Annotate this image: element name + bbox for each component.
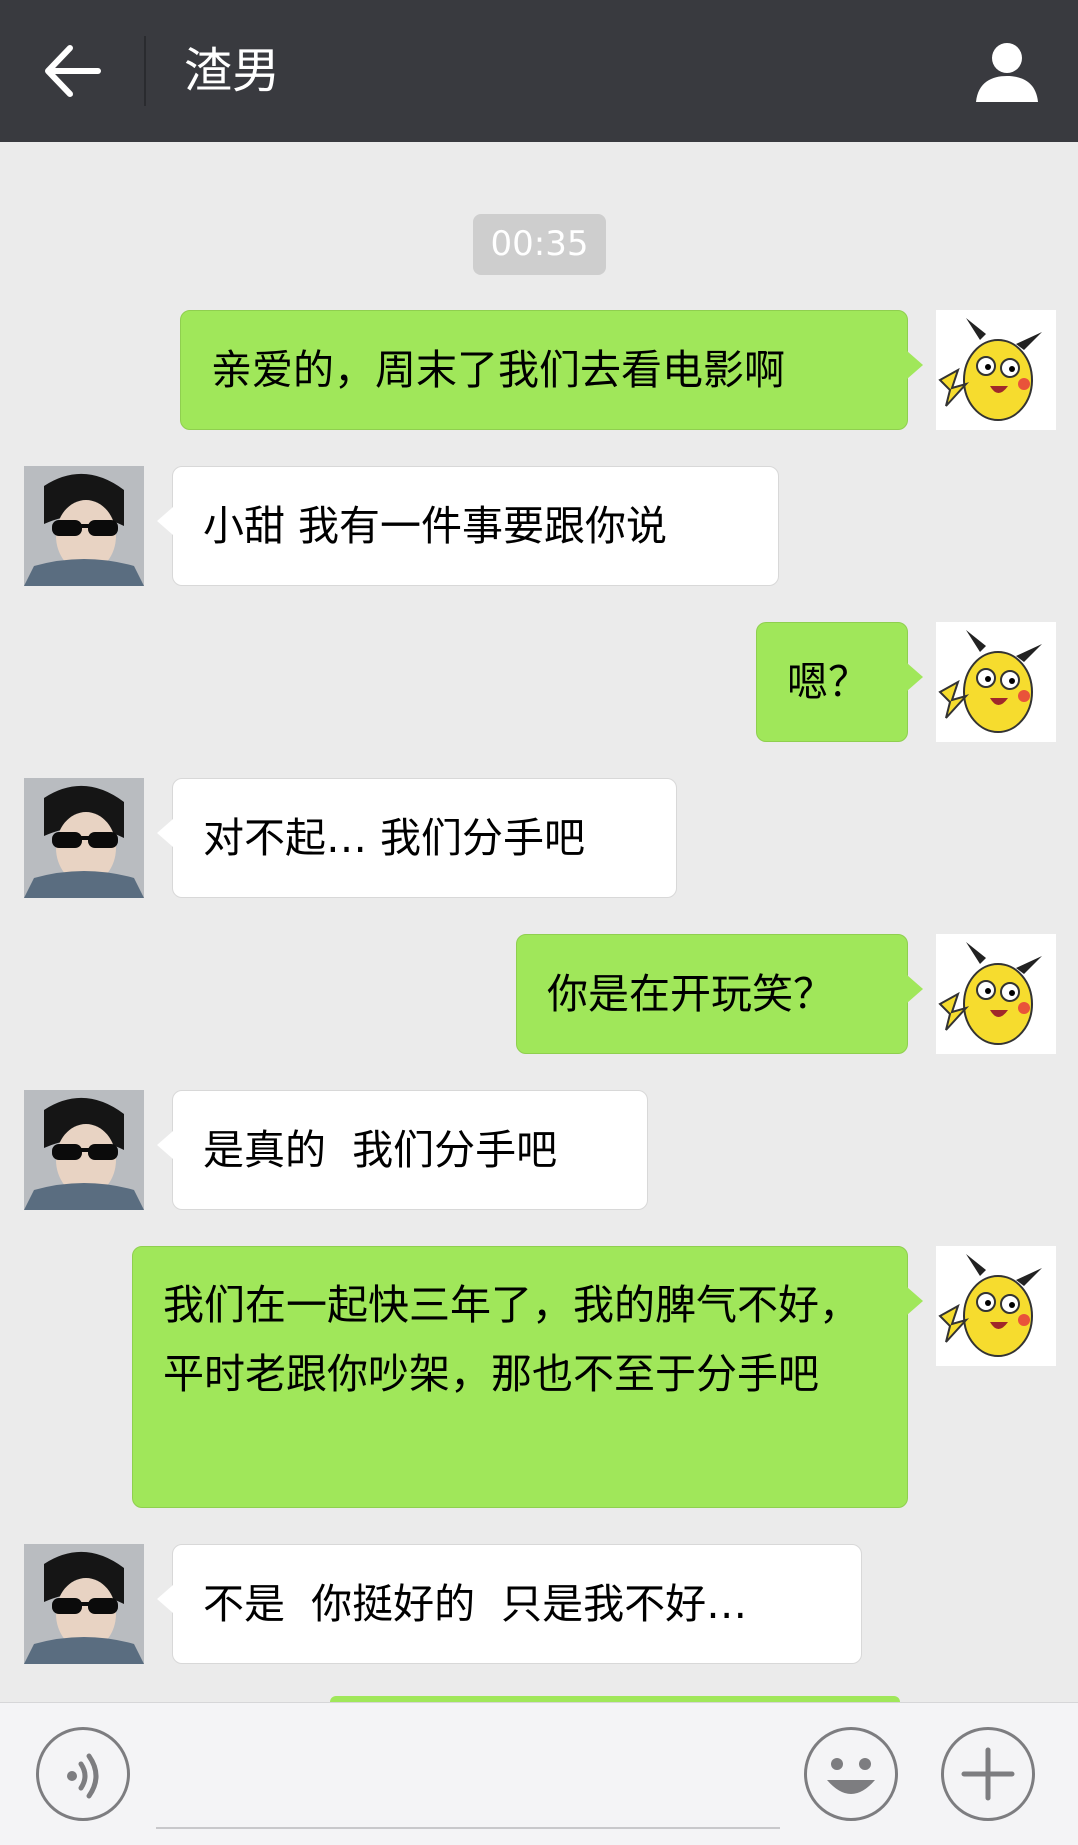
contact-photo-icon bbox=[24, 466, 144, 586]
voice-button[interactable] bbox=[36, 1727, 130, 1821]
header-divider bbox=[144, 36, 146, 106]
contact-photo-icon bbox=[24, 778, 144, 898]
plus-icon bbox=[961, 1747, 1015, 1801]
contact-avatar[interactable] bbox=[24, 1544, 144, 1664]
contact-avatar[interactable] bbox=[24, 466, 144, 586]
contact-avatar[interactable] bbox=[24, 778, 144, 898]
voice-icon bbox=[67, 1753, 99, 1799]
pikachu-avatar-icon bbox=[936, 934, 1056, 1054]
sent-bubble[interactable]: 嗯？ bbox=[756, 622, 923, 742]
chat-area[interactable]: 00:35 亲爱的，周末了我们去看电影啊 小甜 我有一件事要跟你说 嗯？ 对不起… bbox=[0, 142, 1078, 1702]
message-input[interactable] bbox=[156, 1723, 780, 1829]
pikachu-avatar-icon bbox=[936, 622, 1056, 742]
my-avatar[interactable] bbox=[936, 310, 1056, 430]
sent-bubble[interactable]: 你是在开玩笑？ bbox=[516, 934, 923, 1054]
pikachu-avatar-icon bbox=[936, 310, 1056, 430]
person-icon bbox=[976, 43, 1038, 102]
my-avatar[interactable] bbox=[936, 1246, 1056, 1366]
received-bubble[interactable]: 不是 你挺好的 只是我不好… bbox=[157, 1544, 862, 1664]
my-avatar[interactable] bbox=[936, 622, 1056, 742]
profile-button[interactable] bbox=[972, 36, 1042, 106]
more-button[interactable] bbox=[941, 1727, 1035, 1821]
chat-title: 渣男 bbox=[184, 43, 281, 99]
sent-bubble[interactable]: 我们在一起快三年了，我的脾气不好，平时老跟你吵架，那也不至于分手吧 bbox=[132, 1246, 923, 1508]
chat-header: 渣男 bbox=[0, 0, 1078, 142]
contact-photo-icon bbox=[24, 1090, 144, 1210]
pikachu-avatar-icon bbox=[936, 1246, 1056, 1366]
input-toolbar bbox=[0, 1702, 1078, 1845]
my-avatar[interactable] bbox=[936, 934, 1056, 1054]
contact-photo-icon bbox=[24, 1544, 144, 1664]
contact-avatar[interactable] bbox=[24, 1090, 144, 1210]
emoji-button[interactable] bbox=[804, 1727, 898, 1821]
message-timestamp: 00:35 bbox=[473, 214, 606, 275]
back-button[interactable] bbox=[40, 40, 106, 102]
received-bubble[interactable]: 小甜 我有一件事要跟你说 bbox=[157, 466, 779, 586]
sent-bubble[interactable]: 亲爱的，周末了我们去看电影啊 bbox=[180, 310, 923, 430]
arrow-left-icon bbox=[45, 45, 101, 97]
received-bubble[interactable]: 是真的 我们分手吧 bbox=[157, 1090, 648, 1210]
emoji-icon bbox=[827, 1758, 875, 1794]
received-bubble[interactable]: 对不起… 我们分手吧 bbox=[157, 778, 677, 898]
